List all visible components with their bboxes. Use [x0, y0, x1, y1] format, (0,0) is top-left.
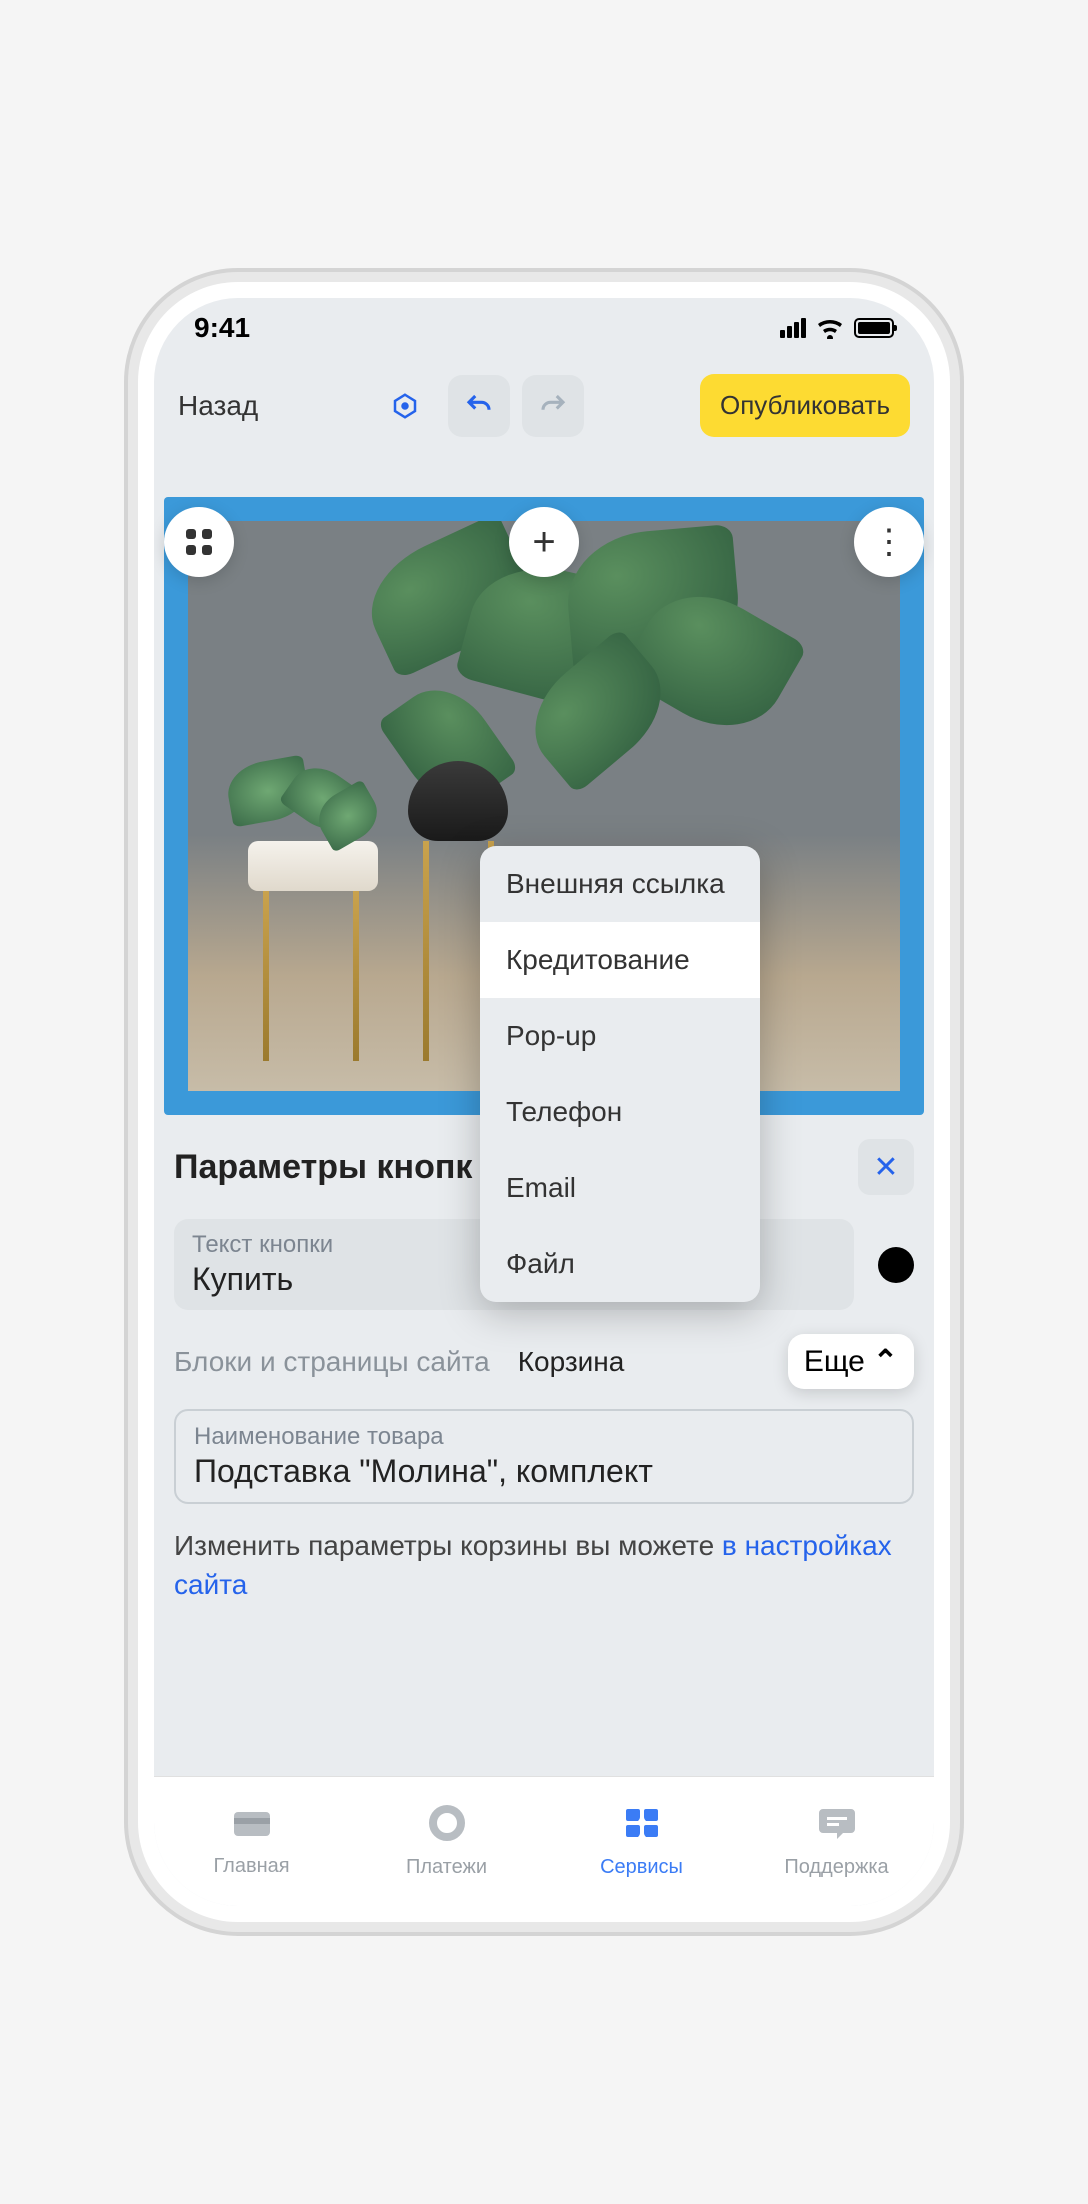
- more-label: Еще: [804, 1345, 865, 1379]
- phone-frame: 9:41 Назад Опубликовать: [138, 282, 950, 1922]
- services-icon: [622, 1805, 662, 1850]
- tab-services-label: Сервисы: [600, 1856, 683, 1879]
- publish-button[interactable]: Опубликовать: [700, 374, 910, 437]
- status-right: [780, 317, 894, 339]
- product-value: Подставка "Молина", комплект: [194, 1453, 894, 1490]
- tab-home[interactable]: Главная: [154, 1777, 349, 1906]
- panel-title: Параметры кнопк: [174, 1148, 472, 1187]
- close-panel-button[interactable]: ✕: [858, 1139, 914, 1195]
- battery-icon: [854, 318, 894, 338]
- dd-item-credit[interactable]: Кредитование: [480, 922, 760, 998]
- grid-button[interactable]: [164, 507, 234, 577]
- canvas-toolbar: + ⋮: [164, 507, 924, 577]
- dd-item-external-link[interactable]: Внешняя ссылка: [480, 846, 760, 922]
- dd-item-email[interactable]: Email: [480, 1150, 760, 1226]
- bottom-tabbar: Главная Платежи Сервисы Поддержка: [154, 1776, 934, 1906]
- help-text: Изменить параметры корзины вы можете в н…: [174, 1526, 914, 1604]
- dd-item-popup[interactable]: Pop-up: [480, 998, 760, 1074]
- tab-payments-label: Платежи: [406, 1856, 487, 1879]
- status-bar: 9:41: [154, 298, 934, 358]
- editor-header: Назад Опубликовать: [154, 358, 934, 457]
- circle-icon: [429, 1805, 465, 1850]
- tab-home-label: Главная: [213, 1855, 289, 1878]
- header-tools: [374, 375, 584, 437]
- color-swatch[interactable]: [878, 1247, 914, 1283]
- dd-item-phone[interactable]: Телефон: [480, 1074, 760, 1150]
- add-button[interactable]: +: [509, 507, 579, 577]
- status-time: 9:41: [194, 312, 250, 344]
- undo-button[interactable]: [448, 375, 510, 437]
- tabs-row: Блоки и страницы сайта Корзина Еще ⌃: [174, 1334, 914, 1389]
- product-name-field[interactable]: Наименование товара Подставка "Молина", …: [174, 1409, 914, 1504]
- dd-item-file[interactable]: Файл: [480, 1226, 760, 1302]
- tab-cart[interactable]: Корзина: [518, 1346, 625, 1378]
- back-button[interactable]: Назад: [178, 390, 258, 422]
- more-chip[interactable]: Еще ⌃: [788, 1334, 914, 1389]
- chat-icon: [817, 1805, 857, 1850]
- more-button[interactable]: ⋮: [854, 507, 924, 577]
- product-label: Наименование товара: [194, 1423, 894, 1451]
- more-vertical-icon: ⋮: [872, 522, 906, 562]
- chevron-up-icon: ⌃: [873, 1344, 898, 1379]
- help-prefix: Изменить параметры корзины вы можете: [174, 1530, 722, 1561]
- wifi-icon: [816, 317, 844, 339]
- tab-services[interactable]: Сервисы: [544, 1777, 739, 1906]
- tab-payments[interactable]: Платежи: [349, 1777, 544, 1906]
- action-dropdown: Внешняя ссылка Кредитование Pop-up Телеф…: [480, 846, 760, 1302]
- settings-icon-button[interactable]: [374, 375, 436, 437]
- tab-support-label: Поддержка: [784, 1856, 888, 1879]
- grid-icon: [186, 529, 212, 555]
- redo-button[interactable]: [522, 375, 584, 437]
- tab-blocks-pages[interactable]: Блоки и страницы сайта: [174, 1346, 490, 1378]
- close-icon: ✕: [873, 1150, 898, 1185]
- card-icon: [232, 1806, 272, 1849]
- tab-support[interactable]: Поддержка: [739, 1777, 934, 1906]
- screen: 9:41 Назад Опубликовать: [154, 298, 934, 1906]
- cellular-icon: [780, 318, 806, 338]
- plus-icon: +: [532, 520, 555, 565]
